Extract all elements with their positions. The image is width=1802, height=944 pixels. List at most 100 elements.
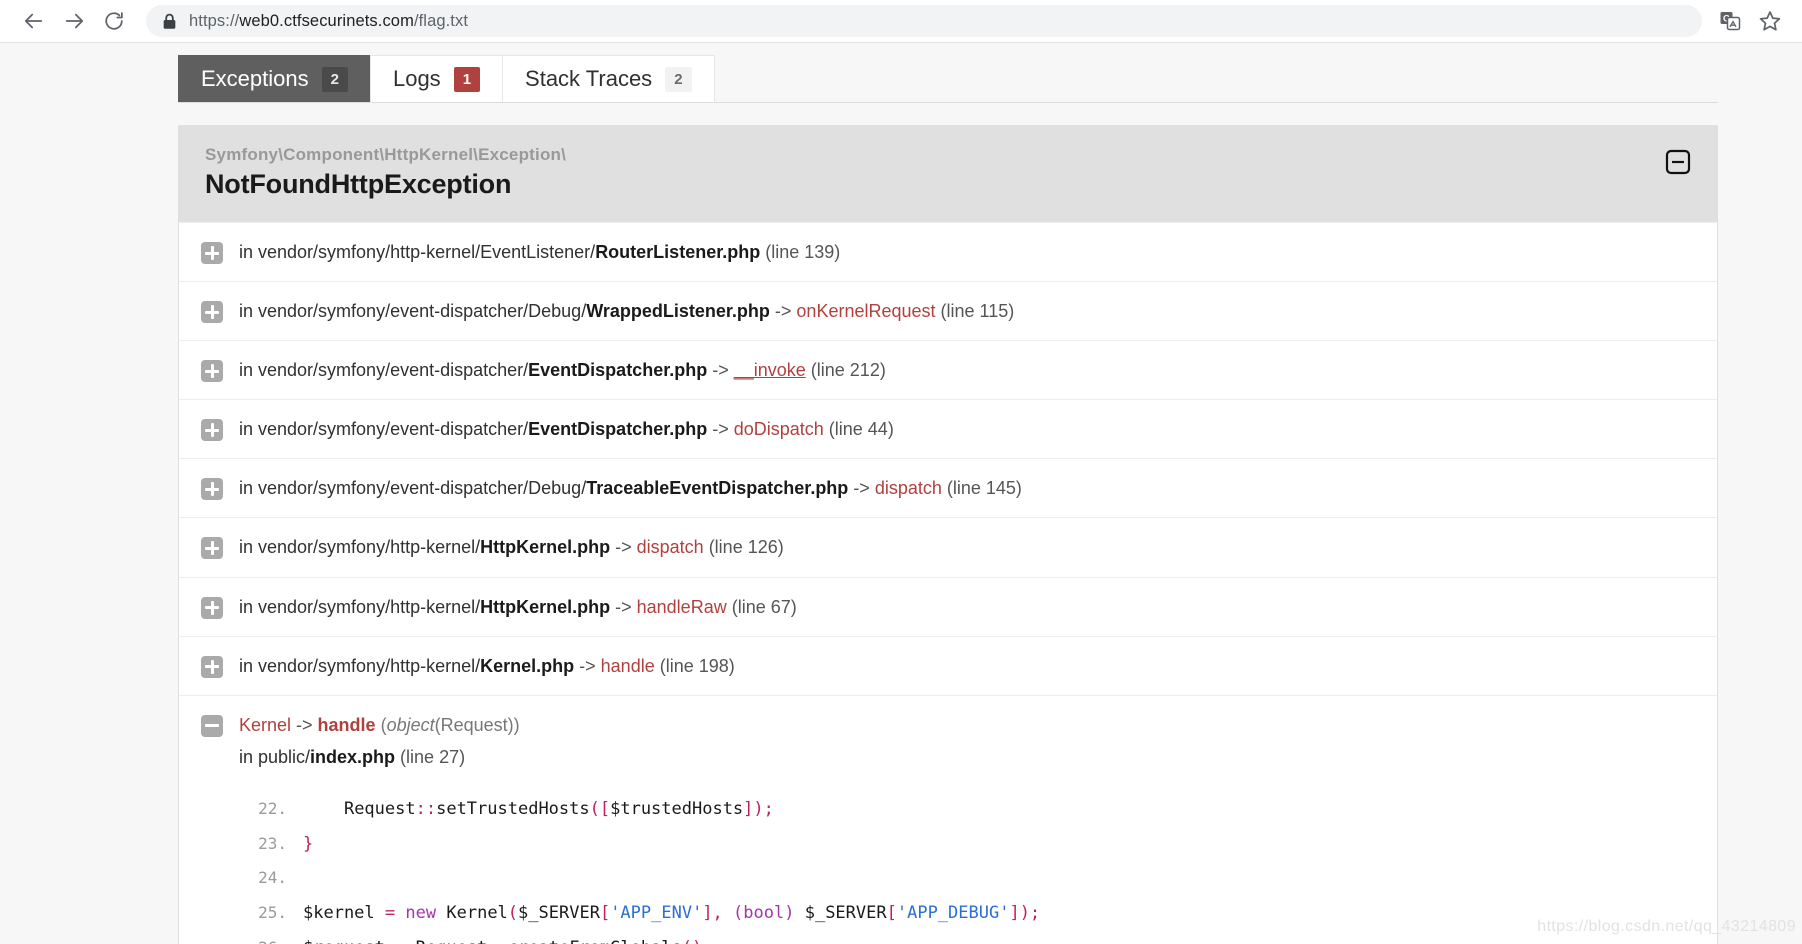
trace-function: onKernelRequest bbox=[796, 301, 936, 322]
exception-class-name: NotFoundHttpException bbox=[205, 169, 512, 199]
code-line-number: 22. bbox=[258, 798, 287, 818]
minus-icon[interactable] bbox=[201, 714, 223, 737]
trace-dir: vendor/symfony/event-dispatcher/ bbox=[258, 360, 529, 381]
plus-icon[interactable] bbox=[201, 596, 223, 619]
trace-function: dispatch bbox=[874, 478, 942, 499]
trace-args-open: ( bbox=[375, 714, 387, 735]
trace-file: TraceableEventDispatcher.php bbox=[586, 478, 849, 499]
trace-row-expanded[interactable]: Kernel -> handle (object(Request)) in pu… bbox=[179, 694, 1717, 944]
trace-file: Kernel.php bbox=[480, 655, 575, 676]
trace-function: __invoke bbox=[733, 360, 806, 381]
trace-prefix: in bbox=[239, 478, 259, 499]
trace-prefix: in bbox=[239, 301, 259, 322]
browser-toolbar: https://web0.ctfsecurinets.com/flag.txt … bbox=[0, 0, 1802, 42]
plus-icon[interactable] bbox=[201, 478, 223, 501]
plus-icon[interactable] bbox=[201, 301, 223, 324]
forward-button[interactable] bbox=[54, 1, 94, 41]
tab-stack-traces-badge: 2 bbox=[665, 66, 692, 92]
arrow-left-icon bbox=[24, 13, 43, 29]
trace-function: dispatch bbox=[636, 537, 704, 558]
trace-function: handle bbox=[600, 655, 655, 676]
reload-icon bbox=[105, 12, 123, 30]
trace-line: (line 115) bbox=[935, 301, 1015, 322]
address-bar-url: https://web0.ctfsecurinets.com/flag.txt bbox=[189, 11, 469, 30]
tab-exceptions-badge: 2 bbox=[321, 66, 348, 92]
translate-icon: G bbox=[1720, 12, 1741, 31]
tab-logs-label: Logs bbox=[392, 66, 441, 91]
trace-file: HttpKernel.php bbox=[480, 537, 611, 558]
plus-icon[interactable] bbox=[201, 242, 223, 264]
code-line-source bbox=[303, 866, 1691, 891]
code-line-source: $kernel = new Kernel($_SERVER['APP_ENV']… bbox=[303, 902, 1041, 923]
code-line-number: 25. bbox=[258, 902, 287, 922]
address-bar[interactable]: https://web0.ctfsecurinets.com/flag.txt bbox=[146, 5, 1702, 37]
trace-dir: public/ bbox=[258, 746, 311, 767]
code-line: 26. $request = Request::createFromGlobal… bbox=[239, 931, 1691, 944]
trace-dir: vendor/symfony/http-kernel/ bbox=[258, 537, 481, 558]
trace-text: in vendor/symfony/http-kernel/EventListe… bbox=[239, 239, 1691, 265]
tab-logs[interactable]: Logs 1 bbox=[369, 55, 504, 102]
trace-prefix: in bbox=[239, 419, 259, 440]
plus-icon[interactable] bbox=[201, 655, 223, 678]
plus-icon[interactable] bbox=[201, 537, 223, 560]
tab-exceptions[interactable]: Exceptions 2 bbox=[178, 55, 371, 102]
trace-line: (line 126) bbox=[703, 537, 784, 558]
exception-header: Symfony\Component\HttpKernel\Exception\ … bbox=[179, 125, 1717, 222]
code-line: 25. $kernel = new Kernel($_SERVER['APP_E… bbox=[239, 896, 1691, 931]
trace-dir: vendor/symfony/http-kernel/ bbox=[258, 596, 481, 617]
tab-exceptions-label: Exceptions bbox=[201, 66, 309, 91]
code-line-number: 26. bbox=[239, 936, 303, 944]
trace-row[interactable]: in vendor/symfony/http-kernel/EventListe… bbox=[179, 222, 1717, 281]
trace-text: in vendor/symfony/event-dispatcher/Event… bbox=[239, 357, 1691, 383]
trace-class: Kernel bbox=[239, 714, 292, 735]
trace-dir: vendor/symfony/http-kernel/EventListener… bbox=[258, 242, 596, 262]
trace-text: in vendor/symfony/http-kernel/HttpKernel… bbox=[239, 534, 1691, 560]
code-line: 22. Request::setTrustedHosts([$trustedHo… bbox=[239, 792, 1691, 827]
exception-namespace: Symfony\Component\HttpKernel\Exception\ bbox=[205, 145, 567, 164]
trace-row[interactable]: in vendor/symfony/http-kernel/HttpKernel… bbox=[179, 576, 1717, 636]
trace-text: in vendor/symfony/event-dispatcher/Debug… bbox=[239, 475, 1691, 501]
reload-button[interactable] bbox=[94, 1, 134, 41]
trace-prefix: in bbox=[239, 537, 259, 558]
trace-line: (line 145) bbox=[941, 478, 1022, 499]
code-line-source: $request = Request::createFromGlobals(); bbox=[303, 936, 1691, 944]
trace-arrow: -> bbox=[707, 419, 734, 440]
trace-text: in vendor/symfony/http-kernel/Kernel.php… bbox=[239, 653, 1691, 679]
tab-logs-badge: 1 bbox=[453, 66, 481, 92]
trace-text: in vendor/symfony/http-kernel/HttpKernel… bbox=[239, 594, 1691, 620]
trace-text: in vendor/symfony/event-dispatcher/Debug… bbox=[239, 298, 1691, 324]
minus-square-icon[interactable] bbox=[1665, 149, 1691, 175]
tab-stack-traces-label: Stack Traces bbox=[525, 66, 653, 91]
trace-text: in vendor/symfony/event-dispatcher/Event… bbox=[239, 416, 1691, 442]
translate-button[interactable]: G bbox=[1712, 3, 1748, 39]
bookmark-button[interactable] bbox=[1752, 3, 1788, 39]
trace-row[interactable]: in vendor/symfony/event-dispatcher/Debug… bbox=[179, 281, 1717, 340]
trace-row[interactable]: in vendor/symfony/http-kernel/Kernel.php… bbox=[179, 635, 1717, 695]
toolbar-right-actions: G bbox=[1712, 3, 1788, 39]
plus-icon[interactable] bbox=[201, 360, 223, 383]
code-line-source: Request::setTrustedHosts([$trustedHosts]… bbox=[343, 798, 774, 819]
tab-stack-traces[interactable]: Stack Traces 2 bbox=[502, 55, 715, 102]
trace-prefix: in bbox=[239, 360, 259, 381]
trace-function: handle bbox=[317, 714, 376, 735]
trace-line: (line 67) bbox=[726, 596, 797, 617]
trace-row[interactable]: in vendor/symfony/event-dispatcher/Event… bbox=[179, 340, 1717, 399]
plus-icon[interactable] bbox=[201, 419, 223, 442]
trace-prefix: in bbox=[239, 655, 259, 676]
trace-row[interactable]: in vendor/symfony/event-dispatcher/Event… bbox=[179, 399, 1717, 458]
source-code-block: 22. Request::setTrustedHosts([$trustedHo… bbox=[239, 792, 1691, 944]
trace-row[interactable]: in vendor/symfony/event-dispatcher/Debug… bbox=[179, 458, 1717, 517]
arrow-right-icon bbox=[65, 13, 84, 29]
page-viewport: Exceptions 2 Logs 1 Stack Traces 2 Symfo… bbox=[0, 42, 1802, 944]
star-icon bbox=[1759, 11, 1781, 31]
code-line-source: } bbox=[303, 833, 314, 854]
trace-line: (line 44) bbox=[823, 419, 894, 440]
trace-function: doDispatch bbox=[733, 419, 824, 440]
trace-file: index.php bbox=[310, 746, 396, 767]
trace-arrow: -> bbox=[610, 537, 637, 558]
trace-arg-type: object bbox=[386, 714, 435, 735]
trace-row[interactable]: in vendor/symfony/http-kernel/HttpKernel… bbox=[179, 517, 1717, 576]
code-line-number: 24. bbox=[258, 868, 287, 888]
back-button[interactable] bbox=[14, 1, 54, 41]
trace-dir: vendor/symfony/event-dispatcher/ bbox=[258, 419, 529, 440]
